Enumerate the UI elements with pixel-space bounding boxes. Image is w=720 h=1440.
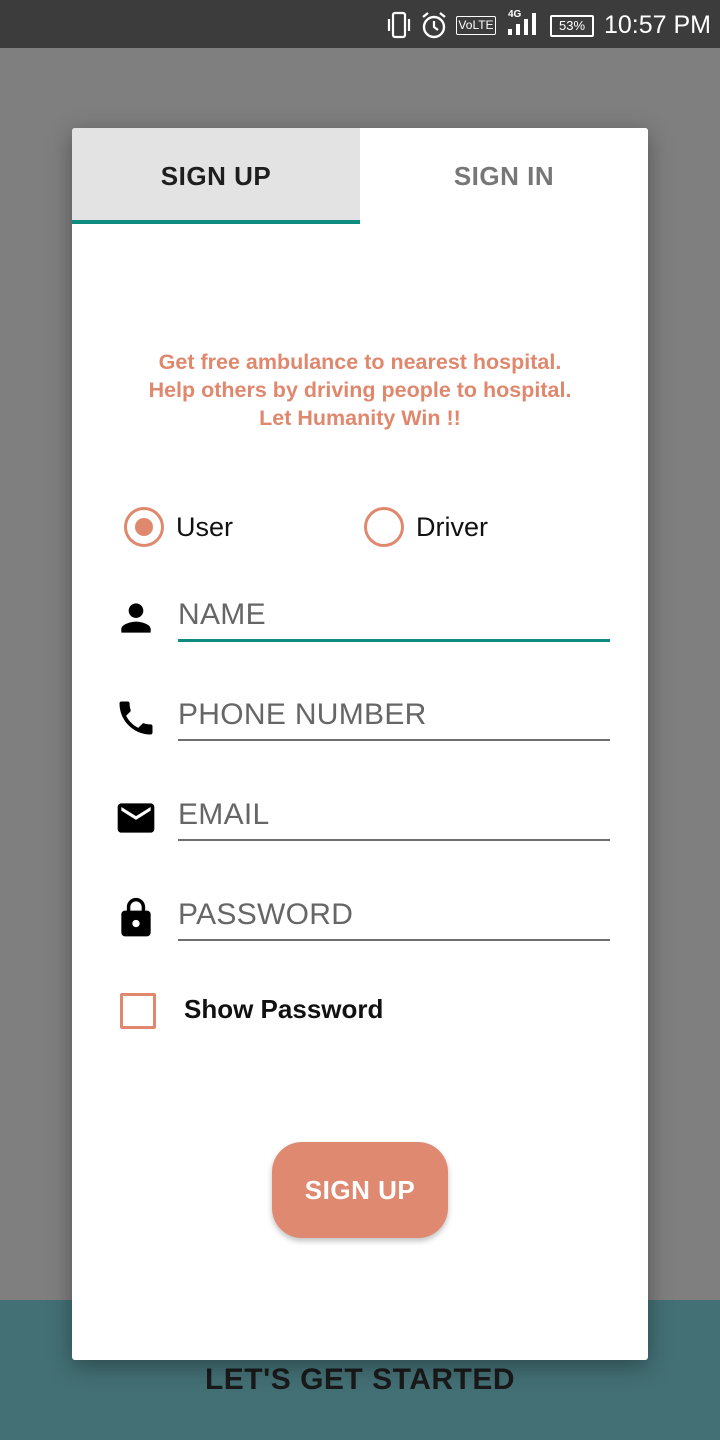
radio-driver-label: Driver	[416, 511, 488, 542]
name-input[interactable]: NAME	[178, 598, 610, 632]
email-icon	[117, 803, 155, 833]
tagline: Get free ambulance to nearest hospital. …	[72, 348, 648, 432]
password-input[interactable]: PASSWORD	[178, 898, 610, 932]
battery-icon: 53%	[550, 15, 594, 37]
phone-number-input[interactable]: PHONE NUMBER	[178, 698, 610, 732]
battery-level: 53%	[558, 18, 586, 33]
radio-user-circle[interactable]	[124, 507, 164, 547]
signal-icon: 4G	[506, 9, 540, 38]
phone-underline	[178, 739, 610, 741]
tagline-line-2: Help others by driving people to hospita…	[148, 378, 572, 402]
status-bar: VoLTE 4G 53% 10:57 PM	[0, 0, 720, 48]
tagline-line-1: Get free ambulance to nearest hospital.	[158, 350, 562, 374]
auth-dialog: SIGN UP SIGN IN Get free ambulance to ne…	[72, 128, 648, 1360]
tab-indicator	[72, 220, 360, 224]
email-input[interactable]: EMAIL	[178, 798, 610, 832]
password-underline	[178, 939, 610, 941]
volte-icon: VoLTE	[456, 16, 496, 35]
vibrate-icon	[387, 11, 411, 39]
person-icon	[121, 603, 151, 633]
status-time: 10:57 PM	[604, 11, 712, 39]
email-underline	[178, 839, 610, 841]
phone-icon	[119, 701, 153, 735]
network-type-label: 4G	[508, 9, 522, 20]
radio-user-label: User	[176, 511, 234, 542]
tagline-line-3: Let Humanity Win !!	[259, 406, 461, 430]
show-password-checkbox[interactable]	[120, 993, 156, 1029]
name-underline	[178, 639, 610, 642]
radio-driver[interactable]: Driver	[364, 506, 488, 548]
radio-driver-circle[interactable]	[364, 507, 404, 547]
tab-sign-in[interactable]: SIGN IN	[360, 128, 648, 224]
radio-selected-dot	[135, 518, 153, 536]
tab-sign-up[interactable]: SIGN UP	[72, 128, 360, 224]
radio-user[interactable]: User	[124, 506, 233, 548]
alarm-icon	[422, 12, 446, 39]
banner-text: LET'S GET STARTED	[204, 1363, 516, 1396]
lock-icon	[121, 897, 151, 937]
show-password-label[interactable]: Show Password	[184, 994, 383, 1025]
sign-up-button[interactable]: SIGN UP	[272, 1142, 448, 1238]
